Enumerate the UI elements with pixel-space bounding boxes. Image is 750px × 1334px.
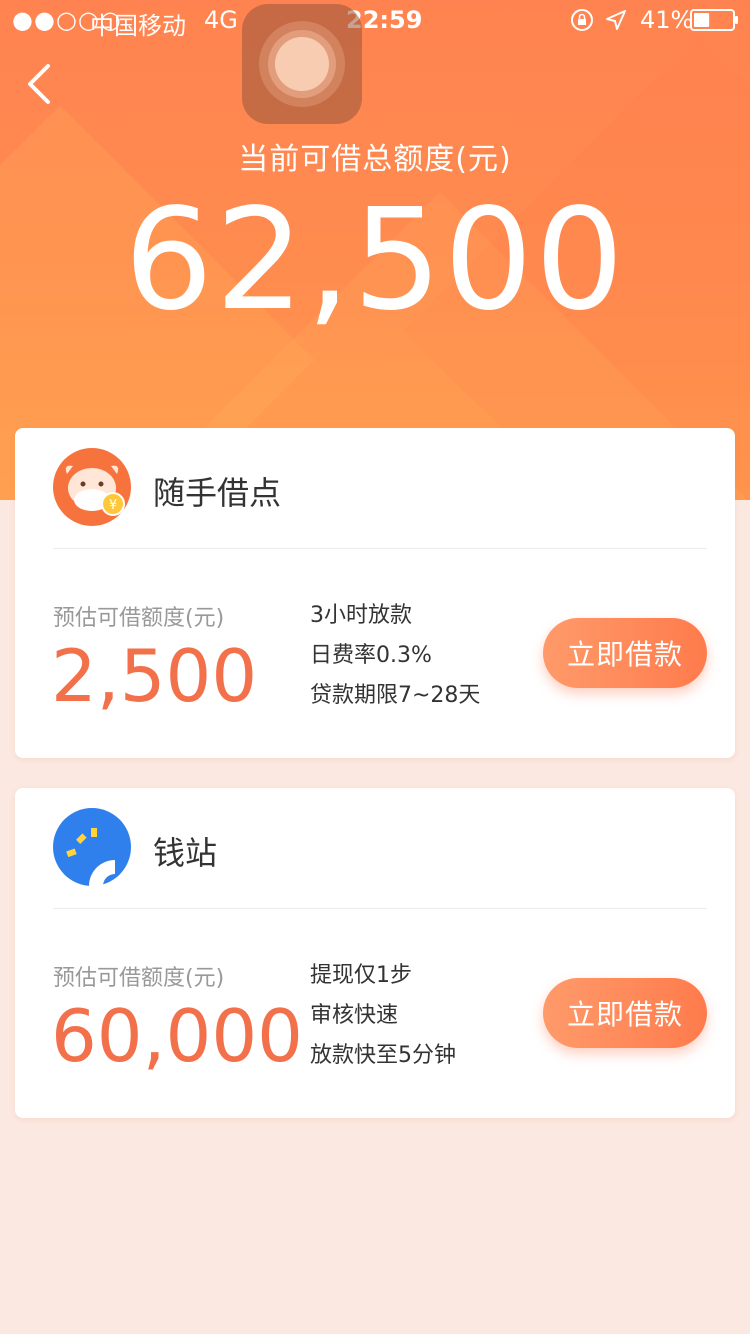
total-credit-amount: 62,500 — [124, 179, 626, 342]
svg-text:¥: ¥ — [109, 498, 117, 513]
feature-item: 提现仅1步 — [310, 963, 412, 988]
battery-percent: 41% — [640, 6, 694, 34]
qianzhan-logo-icon — [53, 808, 131, 886]
feature-item: 放款快至5分钟 — [310, 1043, 456, 1068]
assistive-touch-button[interactable] — [242, 4, 362, 124]
feature-item: 审核快速 — [310, 1003, 399, 1028]
product-name: 随手借点 — [153, 474, 282, 512]
feature-item: 日费率0.3% — [310, 643, 432, 668]
product-name: 钱站 — [153, 834, 218, 872]
back-chevron-icon[interactable] — [20, 62, 56, 106]
card-divider — [53, 548, 707, 549]
location-arrow-icon — [606, 10, 626, 30]
estimated-credit-amount: 60,000 — [51, 994, 303, 1078]
assistive-touch-core — [275, 37, 329, 91]
feature-item: 贷款期限7~28天 — [310, 683, 481, 708]
estimated-credit-label: 预估可借额度(元) — [53, 606, 225, 631]
network-type: 4G — [204, 6, 238, 34]
page: ●●○○○ 中国移动 4G 22:59 41% 当前可借总额度(元) 62,50… — [0, 0, 750, 1334]
feature-list: 3小时放款 日费率0.3% 贷款期限7~28天 — [310, 596, 480, 716]
estimated-credit-amount: 2,500 — [51, 634, 258, 718]
loan-product-card[interactable]: ¥ 随手借点 预估可借额度(元) 2,500 3小时放款 日费率0.3% 贷款期… — [15, 428, 735, 758]
carrier-name: 中国移动 — [90, 12, 186, 40]
estimated-credit-label: 预估可借额度(元) — [53, 966, 225, 991]
card-divider — [53, 908, 707, 909]
borrow-now-button[interactable]: 立即借款 — [543, 978, 707, 1048]
feature-list: 提现仅1步 审核快速 放款快至5分钟 — [310, 956, 456, 1076]
feature-item: 3小时放款 — [310, 603, 412, 628]
rotation-lock-icon — [571, 9, 593, 31]
status-bar: ●●○○○ 中国移动 4G 22:59 41% — [0, 0, 750, 40]
cow-coin-icon: ¥ — [53, 448, 131, 526]
total-credit-label: 当前可借总额度(元) — [238, 142, 512, 177]
borrow-now-button[interactable]: 立即借款 — [543, 618, 707, 688]
loan-product-card[interactable]: 钱站 预估可借额度(元) 60,000 提现仅1步 审核快速 放款快至5分钟 立… — [15, 788, 735, 1118]
battery-icon — [690, 9, 738, 31]
